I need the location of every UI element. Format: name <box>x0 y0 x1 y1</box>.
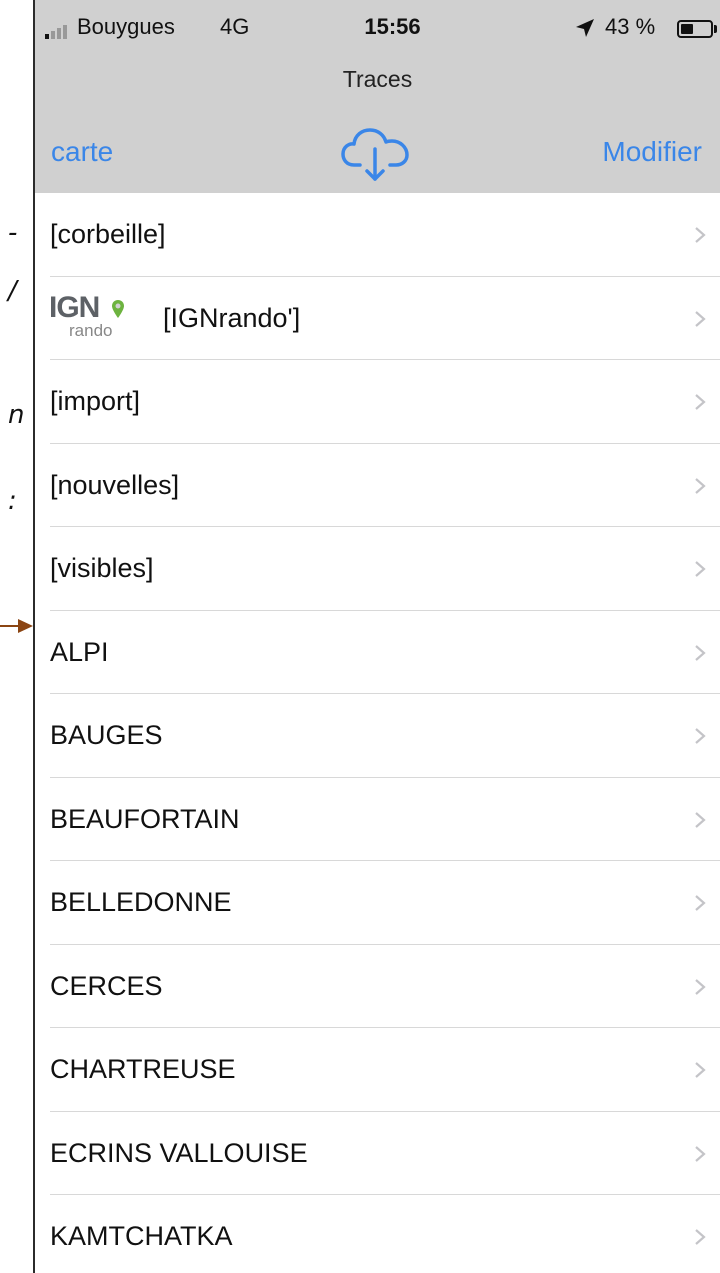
chevron-right-icon <box>695 1229 706 1245</box>
phone-screen: Bouygues 4G 15:56 43 % Traces carte Modi… <box>35 0 720 1273</box>
list-item-label: [corbeille] <box>50 219 166 249</box>
list-item-label: [import] <box>50 386 141 416</box>
chevron-right-icon <box>695 644 706 661</box>
battery-tip <box>714 25 717 33</box>
map-pin-icon <box>112 299 124 318</box>
list-item-label: [nouvelles] <box>50 469 180 500</box>
chevron-right-icon <box>695 561 706 577</box>
list-item-beaufortain[interactable]: BEAUFORTAIN <box>35 777 720 861</box>
cloud-download-icon[interactable] <box>340 125 412 183</box>
list-item-kamtchatka[interactable]: KAMTCHATKA <box>35 1195 720 1273</box>
chevron-right-icon <box>695 227 706 243</box>
document-fragment: : <box>8 486 17 516</box>
chevron-right-icon <box>695 811 706 828</box>
page-title: Traces <box>342 66 413 92</box>
document-margin: - / n : <box>0 0 34 1273</box>
logo-text: IGN <box>49 290 100 324</box>
location-arrow-icon <box>576 19 594 37</box>
list-item-label: KAMTCHATKA <box>50 1221 233 1251</box>
list-item-label: CERCES <box>50 970 163 1001</box>
list-item-import[interactable]: [import] <box>35 360 720 444</box>
document-fragment: n <box>8 400 25 430</box>
status-bar: Bouygues 4G 15:56 43 % <box>35 0 720 60</box>
list-item-label: BEAUFORTAIN <box>50 803 240 834</box>
modifier-button[interactable]: Modifier <box>602 136 702 168</box>
chevron-right-icon <box>695 1145 706 1162</box>
battery-icon <box>677 20 713 38</box>
list-item-chartreuse[interactable]: CHARTREUSE <box>35 1028 720 1112</box>
chevron-right-icon <box>695 728 706 744</box>
list-item-label: [visibles] <box>50 553 154 583</box>
list-item-label: ECRINS VALLOUISE <box>50 1137 308 1168</box>
chevron-right-icon <box>695 978 706 995</box>
list-item-label: BELLEDONNE <box>50 887 232 917</box>
list-item-ignrando[interactable]: IGN rando [IGNrando'] <box>35 276 720 360</box>
list-item-bauges[interactable]: BAUGES <box>35 694 720 778</box>
ign-rando-logo: IGN rando <box>47 291 135 347</box>
list-item-cerces[interactable]: CERCES <box>35 944 720 1028</box>
list-item-ecrins-vallouise[interactable]: ECRINS VALLOUISE <box>35 1111 720 1195</box>
list-item-nouvelles[interactable]: [nouvelles] <box>35 443 720 527</box>
battery-percentage: 43 % <box>605 14 656 39</box>
list-item-label: ALPI <box>50 636 109 667</box>
battery-level <box>681 24 693 34</box>
traces-list: [corbeille] IGN rando [IGNrando'] [impor… <box>35 193 720 1273</box>
chevron-right-icon <box>695 895 706 911</box>
chevron-right-icon <box>695 1062 706 1078</box>
carte-button[interactable]: carte <box>51 136 113 168</box>
document-fragment: - <box>8 218 18 248</box>
list-item-alpi[interactable]: ALPI <box>35 610 720 694</box>
list-item-corbeille[interactable]: [corbeille] <box>35 193 720 277</box>
navigation-header: Bouygues 4G 15:56 43 % Traces carte Modi… <box>35 0 720 193</box>
document-fragment: / <box>8 276 17 306</box>
chevron-right-icon <box>695 477 706 494</box>
list-item-label: BAUGES <box>50 720 163 750</box>
chevron-right-icon <box>695 310 706 327</box>
list-item-label: [IGNrando'] <box>163 302 301 333</box>
chevron-right-icon <box>695 394 706 410</box>
list-item-visibles[interactable]: [visibles] <box>35 527 720 611</box>
pointer-arrow-icon <box>0 619 33 633</box>
logo-subtext: rando <box>69 320 113 340</box>
list-item-label: CHARTREUSE <box>50 1054 236 1084</box>
list-item-belledonne[interactable]: BELLEDONNE <box>35 861 720 945</box>
